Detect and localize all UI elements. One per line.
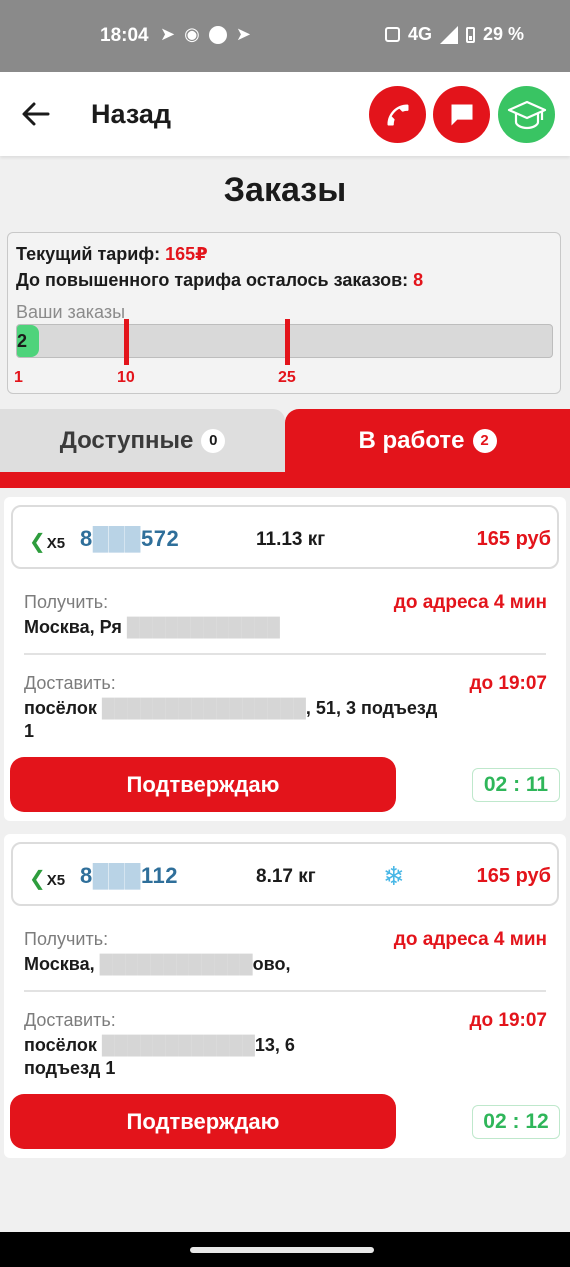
order-weight: 8.17 кг bbox=[256, 866, 316, 887]
notification-icons: ➤ ◉ ➤ bbox=[160, 24, 251, 45]
status-time: 18:04 bbox=[100, 25, 149, 46]
pickup-address: Москва, ████████████ово, bbox=[24, 954, 291, 974]
confirm-button[interactable]: Подтверждаю bbox=[10, 757, 396, 812]
order-price: 165 руб bbox=[476, 865, 551, 887]
tab-in-work[interactable]: В работе 2 bbox=[285, 409, 570, 472]
deliver-label: Доставить: bbox=[24, 673, 116, 693]
tariff-card: Текущий тариф: 165₽ До повышенного тариф… bbox=[7, 232, 561, 394]
x5-leaf-icon: ❮ bbox=[29, 531, 46, 553]
phone-icon bbox=[387, 104, 408, 125]
pickup-label: Получить: bbox=[24, 592, 109, 612]
tab-in-work-count: 2 bbox=[472, 428, 497, 453]
system-indicators: 4G 29 % bbox=[384, 24, 524, 45]
order-number: 8███112 bbox=[80, 863, 179, 888]
back-arrow-icon[interactable] bbox=[20, 98, 52, 130]
telegram-icon: ➤ bbox=[235, 24, 251, 44]
system-navigation-bar bbox=[0, 1232, 570, 1267]
tab-in-work-label: В работе bbox=[358, 426, 465, 454]
network-type: 4G bbox=[407, 24, 432, 44]
current-tariff: Текущий тариф: 165₽ bbox=[16, 244, 208, 265]
orders-progress-count: 2 bbox=[17, 331, 28, 351]
training-button[interactable] bbox=[498, 86, 555, 143]
divider bbox=[24, 653, 546, 655]
order-number: 8███572 bbox=[80, 526, 180, 551]
x5-logo: ❮X5 bbox=[29, 531, 66, 553]
your-orders-label: Ваши заказы bbox=[16, 302, 126, 322]
order-timer: 02 : 11 bbox=[472, 768, 560, 802]
remaining-orders-value: 8 bbox=[413, 270, 424, 290]
remaining-orders-label: До повышенного тарифа осталось заказов: bbox=[16, 270, 409, 290]
confirm-button[interactable]: Подтверждаю bbox=[10, 1094, 396, 1149]
pickup-eta: до адреса 4 мин bbox=[393, 592, 547, 613]
deliver-address: посёлок ████████████████, 51, 3 подъезд 1 bbox=[24, 698, 438, 741]
deliver-address: посёлок ████████████13, 6 подъезд 1 bbox=[24, 1035, 295, 1078]
deliver-time: до 19:07 bbox=[469, 673, 547, 694]
current-tariff-label: Текущий тариф: bbox=[16, 244, 161, 264]
chat-icon bbox=[451, 104, 472, 125]
deliver-label: Доставить: bbox=[24, 1010, 116, 1030]
tariff-marker-25 bbox=[285, 319, 290, 365]
order-card: ❮X5 8███572 11.13 кг 165 руб Получить: д… bbox=[4, 497, 566, 821]
battery-percent: 29 % bbox=[482, 24, 524, 44]
tariff-marker-10 bbox=[124, 319, 129, 365]
page-title: Заказы bbox=[223, 171, 347, 209]
pickup-address: Москва, Ря ████████████ bbox=[24, 617, 280, 637]
snowflake-icon: ❄ bbox=[383, 861, 405, 891]
remaining-orders: До повышенного тарифа осталось заказов: … bbox=[16, 270, 423, 291]
tab-available-label: Доступные bbox=[59, 426, 194, 454]
tick-label: 1 bbox=[14, 369, 23, 386]
battery-icon bbox=[465, 26, 475, 43]
deliver-time: до 19:07 bbox=[469, 1010, 547, 1031]
tick-label: 25 bbox=[278, 369, 296, 386]
signal-icon bbox=[439, 25, 458, 44]
tab-underline bbox=[0, 472, 570, 488]
app-header: Назад bbox=[0, 72, 570, 156]
tick-label: 10 bbox=[117, 369, 135, 386]
home-gesture-handle[interactable] bbox=[190, 1247, 374, 1253]
app-dot-icon bbox=[208, 25, 227, 44]
graduation-cap-icon bbox=[507, 100, 546, 129]
back-button-label[interactable]: Назад bbox=[91, 99, 171, 130]
pickup-label: Получить: bbox=[24, 929, 109, 949]
tab-available[interactable]: Доступные 0 bbox=[0, 409, 285, 472]
order-timer: 02 : 12 bbox=[472, 1105, 560, 1139]
order-price: 165 руб bbox=[476, 528, 551, 550]
status-bar: 18:04 ➤ ◉ ➤ 4G 29 % bbox=[0, 0, 570, 72]
telegram-icon: ➤ bbox=[160, 24, 176, 44]
call-button[interactable] bbox=[369, 86, 426, 143]
order-weight: 11.13 кг bbox=[256, 529, 326, 550]
x5-leaf-icon: ❮ bbox=[29, 868, 46, 890]
x5-logo: ❮X5 bbox=[29, 868, 66, 890]
nfc-icon bbox=[384, 27, 400, 42]
chat-button[interactable] bbox=[433, 86, 490, 143]
order-summary[interactable]: ❮X5 8███112 8.17 кг ❄ 165 руб bbox=[11, 842, 559, 906]
tab-available-count: 0 bbox=[201, 428, 226, 453]
discord-icon: ◉ bbox=[184, 24, 200, 44]
pickup-eta: до адреса 4 мин bbox=[393, 929, 547, 950]
current-tariff-value: 165₽ bbox=[165, 244, 208, 264]
divider bbox=[24, 990, 546, 992]
order-summary[interactable]: ❮X5 8███572 11.13 кг 165 руб bbox=[11, 505, 559, 569]
order-card: ❮X5 8███112 8.17 кг ❄ 165 руб Получить: … bbox=[4, 834, 566, 1158]
